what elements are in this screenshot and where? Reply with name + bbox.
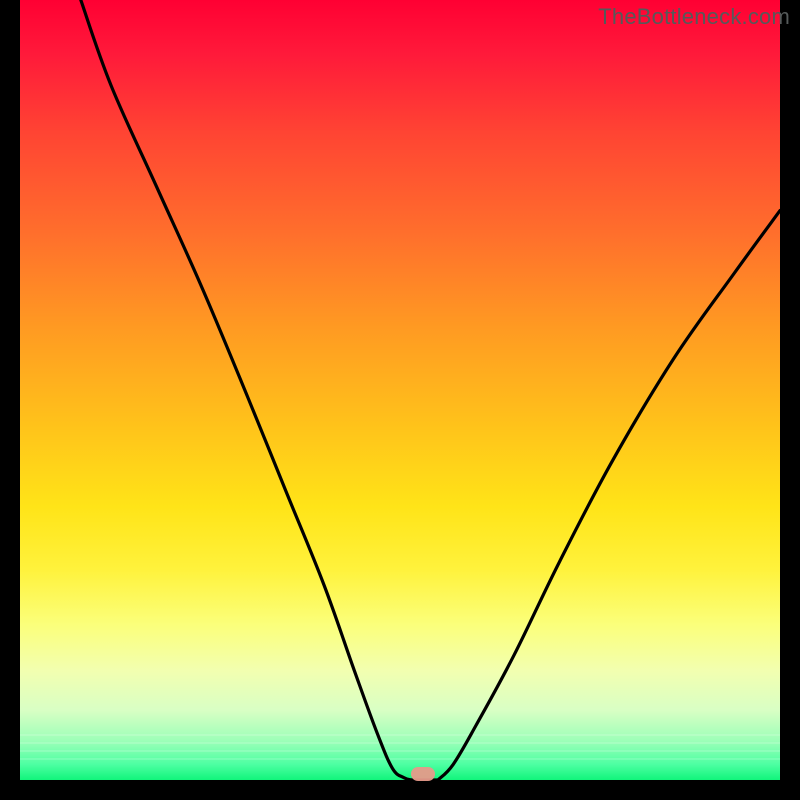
watermark-text: TheBottleneck.com (598, 4, 790, 30)
chart-stage: TheBottleneck.com (0, 0, 800, 800)
optimal-point-marker (411, 767, 435, 781)
bottleneck-curve (20, 0, 780, 780)
